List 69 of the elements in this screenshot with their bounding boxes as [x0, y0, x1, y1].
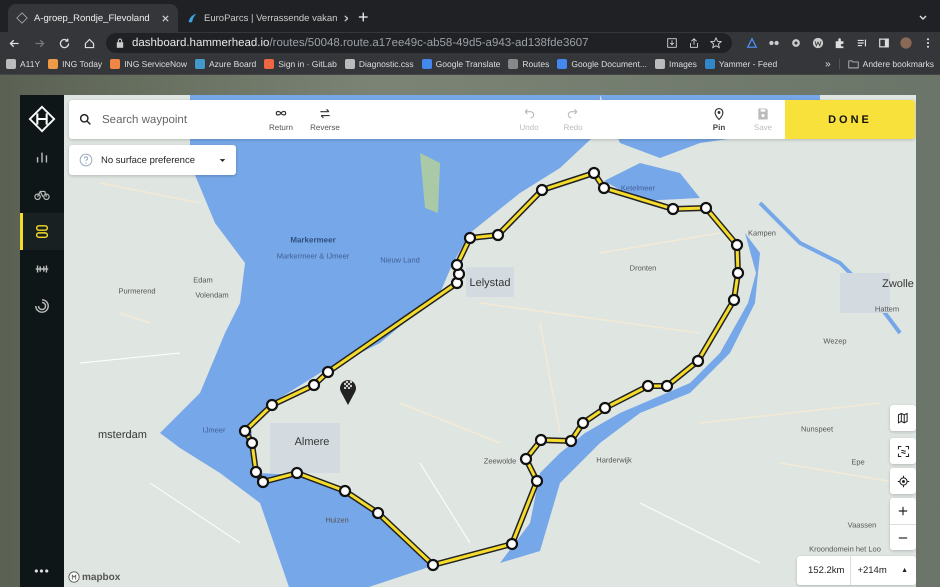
place-label: Zwolle [882, 278, 914, 290]
star-icon[interactable] [710, 37, 722, 49]
fit-frame-icon [896, 444, 910, 458]
reverse-button[interactable]: Reverse [303, 100, 347, 139]
bookmark[interactable]: Google Document... [557, 59, 647, 69]
home-icon[interactable] [83, 36, 96, 50]
place-label: Almere [294, 436, 330, 448]
bookmark[interactable]: ING Today [48, 59, 102, 69]
bookmark[interactable]: Images [654, 59, 697, 69]
triangle-icon[interactable] [746, 37, 758, 49]
more-button[interactable]: ••• [20, 564, 64, 587]
island-shape [420, 153, 440, 213]
reload-icon[interactable] [58, 36, 71, 50]
locate-button[interactable] [890, 468, 916, 494]
place-label: msterdam [98, 429, 147, 441]
help-icon [79, 153, 93, 167]
bookmark-folder[interactable]: Andere bookmarks [838, 59, 934, 69]
place-label: Markermeer [290, 236, 336, 244]
url-text: dashboard.hammerhead.io/routes/50048.route.a17ee49c-ab58-49d5-a943-ad138fde3607 [132, 37, 590, 49]
more-bookmarks-button[interactable]: » [825, 58, 831, 70]
surface-dropdown[interactable]: No surface preference [69, 145, 236, 175]
media-icon[interactable] [856, 37, 868, 49]
pin-button[interactable]: Pin [697, 100, 741, 139]
map-style-button[interactable] [890, 405, 916, 431]
bookmark[interactable]: Azure Board [195, 59, 256, 69]
bar-chart-icon [34, 150, 50, 166]
mapbox-logo-icon[interactable] [68, 571, 80, 583]
fold-map-icon [896, 412, 910, 424]
bookmark[interactable]: Google Translate [422, 59, 500, 69]
logo-icon[interactable] [28, 105, 56, 133]
fit-route-button[interactable] [890, 438, 916, 464]
install-icon[interactable] [666, 37, 678, 49]
address-bar[interactable]: dashboard.hammerhead.io/routes/50048.route.a17ee49c-ab58-49d5-a943-ad138fde3607 [106, 33, 732, 53]
gear-icon[interactable] [790, 37, 802, 49]
return-button[interactable]: Return [259, 100, 303, 139]
sidebar-item[interactable] [20, 213, 64, 250]
bookmark[interactable]: Yammer - Feed [704, 59, 778, 69]
folder-icon [848, 59, 859, 69]
distance-text: 152.2km [807, 565, 846, 576]
bookmark[interactable]: Routes [508, 59, 550, 69]
diamond-icon [16, 12, 28, 24]
plus-icon [898, 506, 908, 516]
lock-icon [116, 38, 124, 48]
circular-gauge-icon [34, 298, 50, 314]
bookmark[interactable]: A11Y [6, 59, 40, 69]
sidepanel-icon[interactable] [878, 37, 890, 49]
bookmark[interactable]: Diagnostic.css [344, 59, 414, 69]
locate-icon [896, 474, 910, 488]
browser-tab[interactable]: A-groep_Rondje_Flevoland [8, 4, 178, 32]
share-icon[interactable] [688, 37, 700, 49]
route-icon [34, 224, 50, 240]
town-area [466, 267, 514, 297]
attribution-text[interactable]: mapbox [82, 572, 120, 582]
bookmark[interactable]: Sign in · GitLab [264, 59, 337, 69]
puzzle-icon[interactable] [834, 37, 846, 49]
done-button[interactable]: DONE [785, 100, 915, 139]
w-icon[interactable] [812, 37, 824, 49]
leaf-icon [186, 12, 198, 24]
place-label: Lelystad [470, 277, 510, 289]
elevation-text: +214m [850, 556, 893, 585]
caret-down-icon [219, 158, 226, 162]
new-tab-button[interactable]: + [348, 7, 379, 32]
route-drawing[interactable] [238, 166, 744, 572]
finish-pin-icon[interactable] [340, 380, 356, 405]
town-area [270, 423, 340, 473]
search-icon [79, 113, 92, 126]
avatar-icon[interactable] [900, 37, 912, 49]
browser-tab[interactable]: EuroParcs | Verrassende vakan [178, 4, 348, 32]
bookmark[interactable]: ING ServiceNow [110, 59, 188, 69]
